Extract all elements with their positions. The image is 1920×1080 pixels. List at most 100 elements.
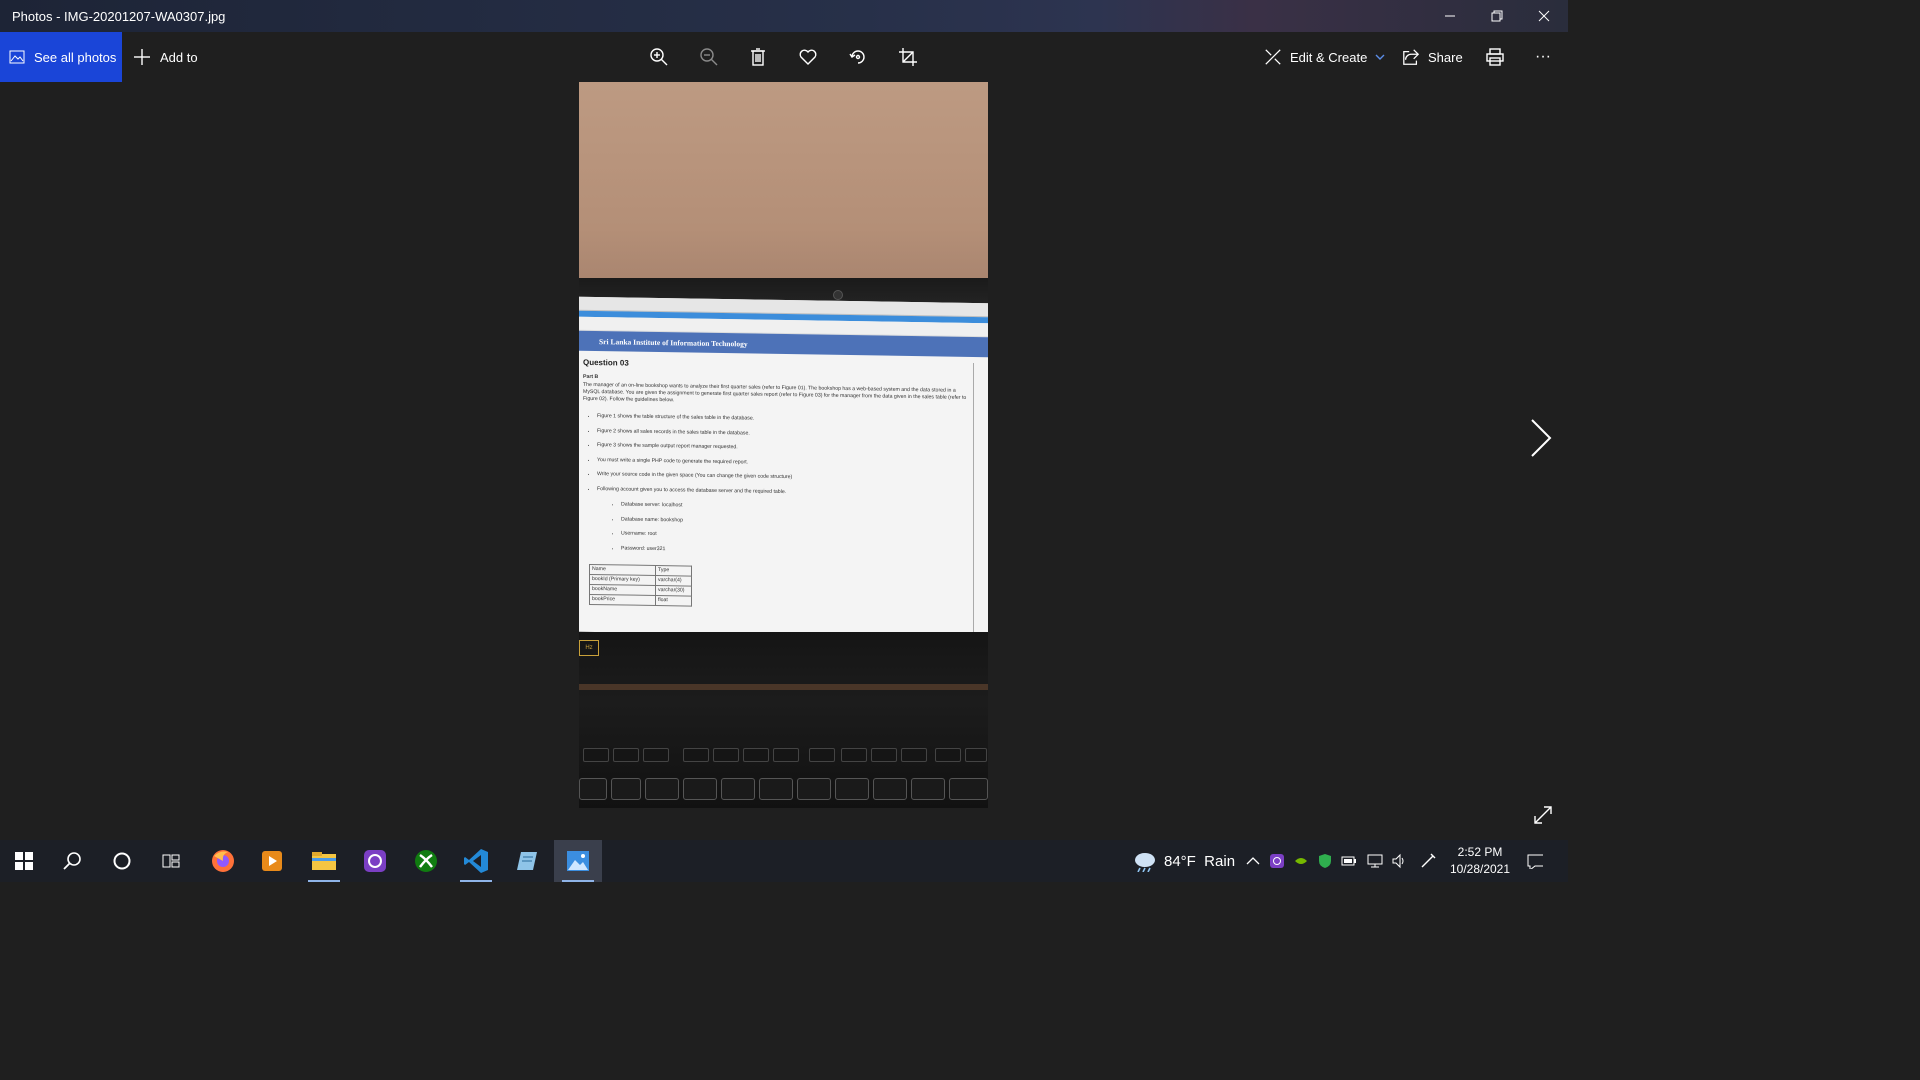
restore-button[interactable] bbox=[1474, 0, 1520, 32]
start-button[interactable] bbox=[0, 840, 48, 882]
see-all-photos-label: See all photos bbox=[34, 49, 117, 65]
list-item: You must write a single PHP code to gene… bbox=[597, 457, 984, 470]
photo-image[interactable]: Sri Lanka Institute of Information Techn… bbox=[579, 82, 988, 808]
photos-toolbar: See all photos Add to Edit & Create Shar… bbox=[0, 32, 1568, 82]
notepad-icon bbox=[517, 852, 537, 870]
cortana-button[interactable] bbox=[98, 840, 146, 882]
taskbar-app-media-player[interactable] bbox=[248, 840, 296, 882]
sticker-badge: Hz bbox=[579, 640, 599, 656]
search-icon bbox=[63, 852, 81, 870]
clock-time: 2:52 PM bbox=[1457, 845, 1503, 859]
more-button[interactable]: ··· bbox=[1535, 32, 1551, 82]
weather-text: 84°F Rain bbox=[1164, 852, 1236, 870]
more-icon: ··· bbox=[1535, 48, 1551, 65]
tray-volume[interactable] bbox=[1390, 852, 1408, 870]
show-hidden-icons-button[interactable] bbox=[1244, 852, 1262, 870]
question-heading: Question 03 bbox=[583, 357, 629, 368]
tray-pen[interactable] bbox=[1419, 852, 1437, 870]
plus-icon bbox=[134, 49, 150, 65]
volume-icon bbox=[1392, 853, 1404, 869]
add-to-button[interactable]: Add to bbox=[133, 32, 198, 82]
print-button[interactable] bbox=[1483, 45, 1507, 69]
laptop-screen: Sri Lanka Institute of Information Techn… bbox=[579, 296, 988, 639]
restore-icon bbox=[1491, 10, 1503, 22]
table-header: Type bbox=[655, 565, 692, 576]
next-photo-button[interactable] bbox=[1526, 418, 1556, 458]
task-view-icon bbox=[162, 854, 180, 868]
search-button[interactable] bbox=[48, 840, 96, 882]
battery-icon bbox=[1341, 856, 1356, 866]
tray-network[interactable] bbox=[1366, 852, 1384, 870]
cortana-icon bbox=[113, 852, 131, 870]
close-button[interactable] bbox=[1521, 0, 1567, 32]
app-icon bbox=[364, 850, 386, 872]
taskbar-app-vscode[interactable] bbox=[452, 840, 500, 882]
media-player-icon bbox=[262, 851, 282, 871]
list-item: Password: user321 bbox=[621, 545, 984, 558]
vscode-icon bbox=[464, 849, 488, 873]
taskbar-app-purple[interactable] bbox=[351, 840, 399, 882]
file-explorer-icon bbox=[312, 852, 336, 870]
zoom-out-button[interactable] bbox=[697, 45, 721, 69]
crop-icon bbox=[899, 48, 917, 66]
edit-create-label: Edit & Create bbox=[1290, 49, 1368, 65]
document-content: Question 03 Part B The manager of an on-… bbox=[579, 351, 988, 611]
add-to-label: Add to bbox=[160, 49, 198, 65]
minimize-button[interactable] bbox=[1427, 0, 1473, 32]
clock[interactable]: 2:52 PM 10/28/2021 bbox=[1444, 844, 1516, 878]
delete-button[interactable] bbox=[746, 45, 770, 69]
list-item: Figure 2 shows all sales records in the … bbox=[597, 428, 984, 441]
taskbar-app-notepad[interactable] bbox=[503, 840, 551, 882]
photos-icon bbox=[567, 851, 589, 871]
taskbar-app-firefox[interactable] bbox=[199, 840, 247, 882]
taskbar-app-photos[interactable] bbox=[554, 840, 602, 882]
zoom-in-button[interactable] bbox=[647, 45, 671, 69]
sales-table-structure: Name Type bookId (Primary key) varchar(4… bbox=[589, 564, 692, 607]
weather-widget[interactable]: 84°F Rain bbox=[1132, 840, 1235, 882]
start-icon bbox=[15, 852, 33, 870]
firefox-icon bbox=[212, 850, 234, 872]
crop-button[interactable] bbox=[896, 45, 920, 69]
see-all-photos-button[interactable]: See all photos bbox=[0, 32, 122, 82]
zoom-out-icon bbox=[700, 48, 718, 66]
cloud-rain-icon bbox=[1135, 853, 1155, 872]
edit-create-button[interactable]: Edit & Create bbox=[1264, 32, 1385, 82]
network-icon bbox=[1367, 854, 1383, 868]
delete-icon bbox=[751, 48, 765, 66]
task-view-button[interactable] bbox=[147, 840, 195, 882]
pen-icon bbox=[1421, 853, 1436, 868]
webcam-dot bbox=[833, 290, 843, 300]
guideline-list: Figure 1 shows the table structure of th… bbox=[583, 413, 984, 558]
taskbar-app-file-explorer[interactable] bbox=[300, 840, 348, 882]
tray-app-purple[interactable] bbox=[1268, 852, 1286, 870]
photo-viewer: Sri Lanka Institute of Information Techn… bbox=[0, 82, 1568, 840]
nvidia-icon bbox=[1295, 858, 1307, 864]
close-icon bbox=[1538, 10, 1550, 22]
shield-icon bbox=[1319, 854, 1331, 868]
list-item: Database server: localhost bbox=[621, 501, 984, 514]
credentials-list: Database server: localhost Database name… bbox=[597, 501, 984, 558]
window-title: Photos - IMG-20201207-WA0307.jpg bbox=[12, 9, 226, 24]
tray-battery[interactable] bbox=[1340, 852, 1358, 870]
list-item: Write your source code in the given spac… bbox=[597, 471, 984, 484]
notifications-button[interactable] bbox=[1525, 851, 1545, 871]
share-label: Share bbox=[1428, 49, 1463, 65]
tray-nvidia[interactable] bbox=[1292, 852, 1310, 870]
full-screen-button[interactable] bbox=[1532, 804, 1554, 826]
favorite-button[interactable] bbox=[796, 45, 820, 69]
list-item: Username: root bbox=[621, 531, 984, 544]
expand-icon bbox=[1534, 806, 1552, 824]
list-item: Figure 3 shows the sample output report … bbox=[597, 442, 984, 455]
print-icon bbox=[1486, 48, 1504, 66]
edit-create-icon bbox=[1265, 49, 1281, 65]
clock-date: 10/28/2021 bbox=[1449, 862, 1511, 876]
rotate-button[interactable] bbox=[846, 45, 870, 69]
tray-security[interactable] bbox=[1316, 852, 1334, 870]
photos-icon bbox=[9, 50, 25, 64]
xbox-icon bbox=[415, 850, 437, 872]
rotate-icon bbox=[849, 50, 865, 64]
share-button[interactable]: Share bbox=[1402, 32, 1463, 82]
taskbar: 84°F Rain 2:52 PM 10/28/2021 bbox=[0, 840, 1568, 882]
zoom-in-icon bbox=[650, 48, 668, 66]
taskbar-app-xbox[interactable] bbox=[402, 840, 450, 882]
